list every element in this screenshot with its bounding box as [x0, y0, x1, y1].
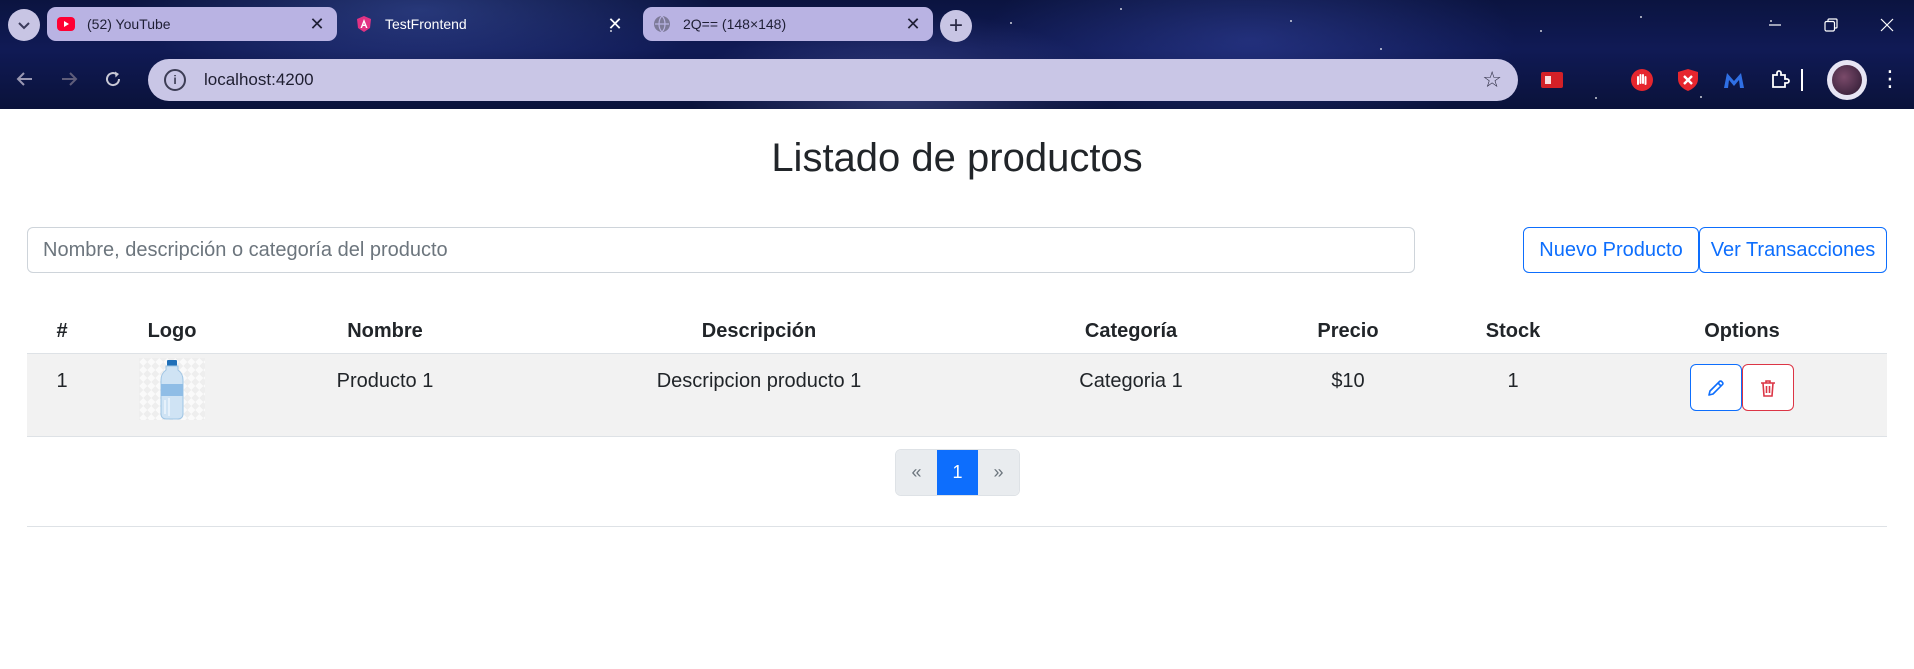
address-url[interactable]: localhost:4200	[204, 70, 1482, 90]
pagination-previous[interactable]: «	[896, 450, 937, 495]
browser-chrome: (52) YouTube ✕ TestFrontend ✕ 2Q== (148×…	[0, 0, 1914, 109]
column-header-price: Precio	[1267, 310, 1429, 354]
new-product-button[interactable]: Nuevo Producto	[1523, 227, 1699, 273]
profile-avatar[interactable]	[1827, 60, 1867, 100]
products-table: # Logo Nombre Descripción Categoría Prec…	[27, 310, 1887, 437]
forward-button[interactable]	[52, 62, 86, 96]
site-info-icon[interactable]: i	[164, 69, 186, 91]
extensions-puzzle-icon[interactable]	[1766, 66, 1794, 94]
minimize-icon	[1769, 24, 1781, 26]
hand-stop-extension-icon[interactable]	[1628, 66, 1656, 94]
new-tab-button[interactable]: +	[940, 10, 972, 42]
view-transactions-button[interactable]: Ver Transacciones	[1699, 227, 1887, 273]
cell-category: Categoria 1	[995, 353, 1267, 437]
restore-icon	[1824, 18, 1838, 32]
table-row: 1 Producto 1 Descripcion producto 1 Cate…	[27, 353, 1887, 437]
pagination: « 1 »	[895, 449, 1020, 496]
edit-button[interactable]	[1690, 364, 1742, 411]
restore-button[interactable]	[1803, 0, 1859, 50]
pagination-next[interactable]: »	[978, 450, 1019, 495]
reload-button[interactable]	[96, 62, 130, 96]
bookmark-star-icon[interactable]: ☆	[1482, 67, 1502, 93]
reload-icon	[106, 71, 121, 87]
cell-stock: 1	[1429, 353, 1597, 437]
column-header-logo: Logo	[97, 310, 247, 354]
tab-image[interactable]: 2Q== (148×148) ✕	[643, 7, 933, 41]
malwarebytes-extension-icon[interactable]	[1720, 66, 1748, 94]
product-logo-image	[139, 358, 205, 420]
column-header-name: Nombre	[247, 310, 523, 354]
plus-icon: +	[948, 12, 963, 39]
toolbar-separator	[1797, 66, 1807, 94]
trash-icon	[1761, 379, 1775, 397]
arrow-left-icon	[16, 72, 32, 86]
tab-title: 2Q== (148×148)	[683, 16, 787, 32]
pencil-icon	[1708, 379, 1724, 396]
minimize-button[interactable]	[1747, 0, 1803, 50]
column-header-stock: Stock	[1429, 310, 1597, 354]
address-bar[interactable]: i localhost:4200 ☆	[148, 59, 1518, 101]
tab-close-button[interactable]: ✕	[903, 14, 923, 35]
tab-title: TestFrontend	[385, 16, 467, 32]
arrow-right-icon	[62, 72, 78, 86]
tab-testfrontend[interactable]: TestFrontend ✕	[345, 7, 635, 41]
more-menu-icon[interactable]: ⋮	[1879, 64, 1901, 94]
cell-description: Descripcion producto 1	[523, 353, 995, 437]
pagination-page-1[interactable]: 1	[937, 450, 978, 495]
cell-name: Producto 1	[247, 353, 523, 437]
cell-price: $10	[1267, 353, 1429, 437]
close-window-button[interactable]	[1859, 0, 1914, 50]
cell-index: 1	[27, 353, 97, 437]
divider	[27, 526, 1887, 527]
tab-title: (52) YouTube	[87, 16, 171, 32]
back-button[interactable]	[8, 62, 42, 96]
angular-icon	[355, 15, 373, 33]
globe-icon	[653, 15, 671, 33]
cell-options	[1597, 353, 1887, 437]
cell-logo	[97, 353, 247, 437]
tab-close-button[interactable]: ✕	[605, 14, 625, 35]
water-bottle-icon	[160, 360, 184, 420]
pdf-extension-icon[interactable]	[1538, 66, 1566, 94]
youtube-icon	[57, 15, 75, 33]
tab-search-button[interactable]	[8, 9, 40, 41]
chevron-down-icon	[18, 22, 30, 30]
tab-close-button[interactable]: ✕	[307, 14, 327, 35]
search-input[interactable]	[27, 227, 1415, 273]
close-icon	[1880, 18, 1894, 32]
column-header-category: Categoría	[995, 310, 1267, 354]
tab-youtube[interactable]: (52) YouTube ✕	[47, 7, 337, 41]
column-header-options: Options	[1597, 310, 1887, 354]
page-title: Listado de productos	[771, 136, 1143, 180]
table-header-row: # Logo Nombre Descripción Categoría Prec…	[27, 310, 1887, 354]
delete-button[interactable]	[1742, 364, 1794, 411]
shield-block-extension-icon[interactable]	[1674, 66, 1702, 94]
column-header-description: Descripción	[523, 310, 995, 354]
column-header-index: #	[27, 310, 97, 354]
